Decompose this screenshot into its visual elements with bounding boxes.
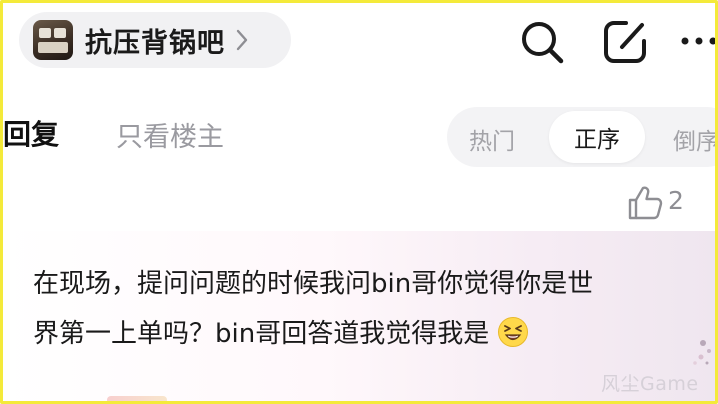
sort-hot[interactable]: 热门 [469,122,515,156]
screenshot-frame: 抗压背锅吧 回复 只看楼主 热门 正序 倒序 2 在现场，提问问题的时候我问bi… [0,0,718,404]
like-count: 2 [668,186,684,215]
grinning-squint-emoji-icon [498,317,529,347]
more-icon[interactable] [679,31,718,51]
chevron-right-icon [235,28,249,52]
forum-name: 抗压背锅吧 [85,27,225,59]
watermark: 风尘Game [601,373,699,395]
tab-owner-only[interactable]: 只看楼主 [116,115,224,154]
comment-line-2-text: 界第一上单吗？bin哥回答道我觉得我是 [33,319,490,349]
search-icon[interactable] [517,17,567,67]
forum-header-pill[interactable]: 抗压背锅吧 [19,12,291,68]
edit-icon[interactable] [600,17,650,67]
comment-line-1: 在现场，提问问题的时候我问bin哥你觉得你是世 [33,269,594,299]
tab-reply[interactable]: 回复 [3,113,59,153]
comment-line-2: 界第一上单吗？bin哥回答道我觉得我是 [33,309,693,359]
next-item-preview [107,396,167,401]
sort-reverse[interactable]: 倒序 [673,122,715,156]
sort-segmented-control: 热门 正序 倒序 [447,107,715,167]
comment-body: 在现场，提问问题的时候我问bin哥你觉得你是世 界第一上单吗？bin哥回答道我觉… [33,259,693,359]
sort-positive-selected[interactable]: 正序 [549,111,645,163]
thumbs-up-icon[interactable] [625,183,665,223]
forum-avatar [33,20,73,60]
